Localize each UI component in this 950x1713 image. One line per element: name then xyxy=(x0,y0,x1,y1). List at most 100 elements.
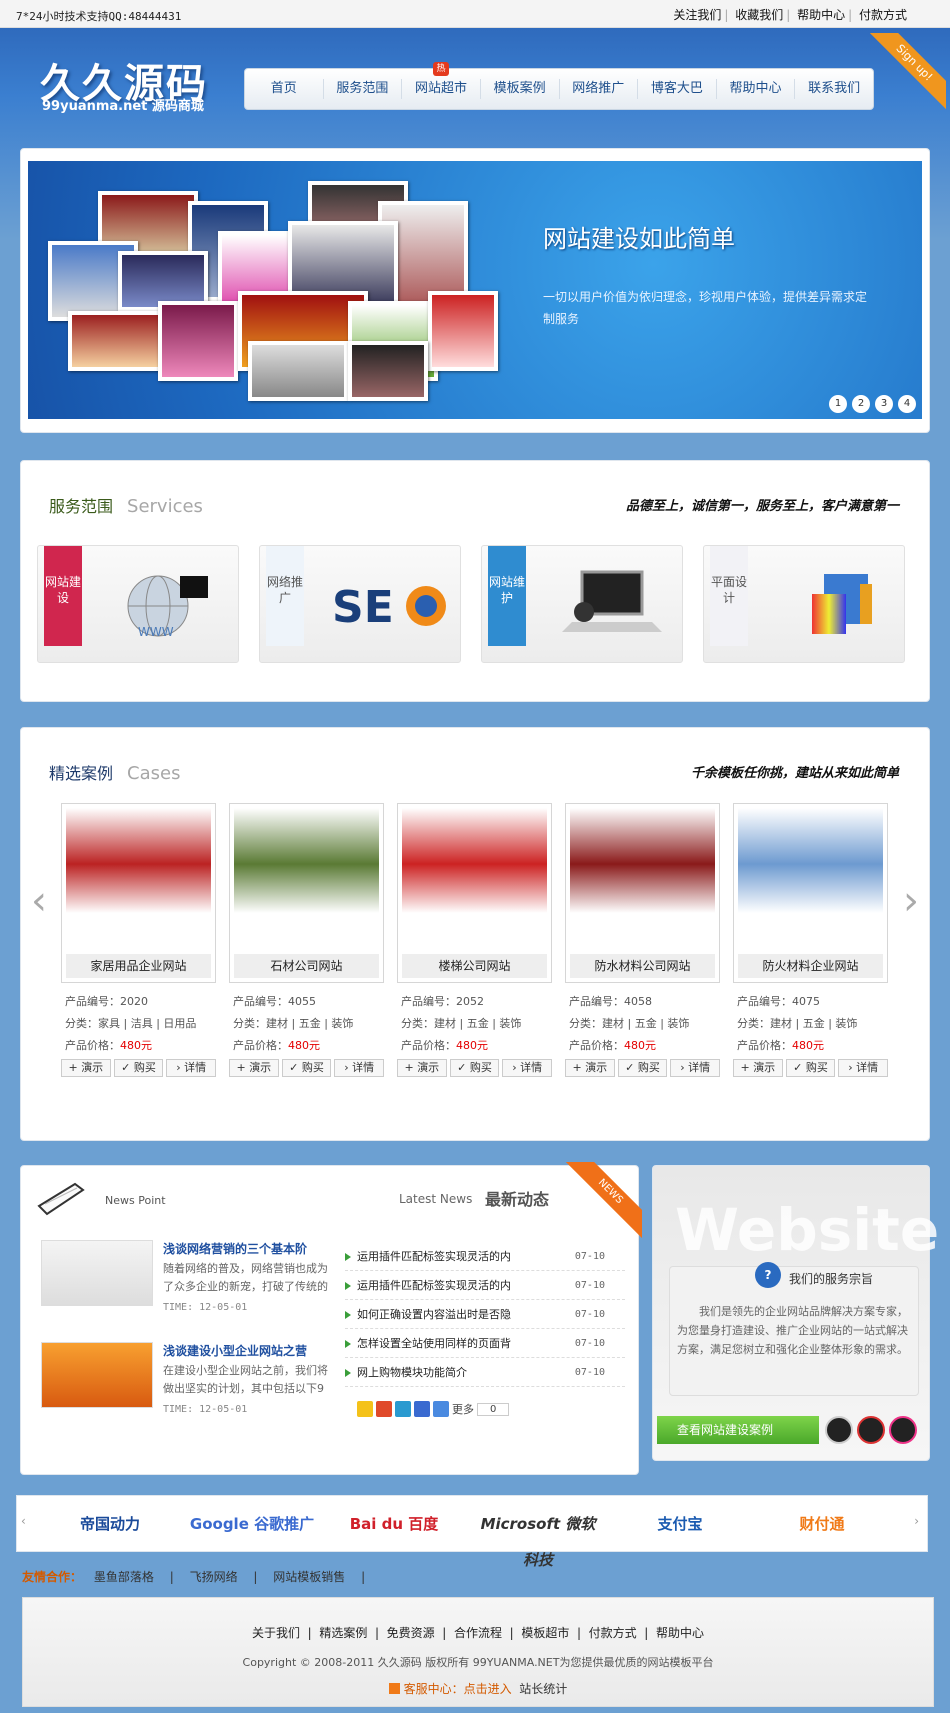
demo-button[interactable]: + 演示 xyxy=(733,1059,783,1077)
case-thumbnail[interactable]: 防火材料企业网站 xyxy=(733,803,888,983)
partner-logo-alipay[interactable]: 支付宝 xyxy=(617,1506,743,1542)
buy-button[interactable]: ✓ 购买 xyxy=(113,1059,164,1077)
partner-logo-tenpay[interactable]: 财付通 xyxy=(759,1506,885,1542)
tencent-weibo-icon[interactable] xyxy=(395,1401,411,1417)
partner-logo-baidu[interactable]: Bai du 百度 xyxy=(331,1506,457,1542)
buy-label: 购买 xyxy=(133,1061,156,1074)
nav-templates[interactable]: 模板案例 xyxy=(481,79,560,99)
share-plus-icon[interactable] xyxy=(433,1401,449,1417)
case-price-label: 产品价格： xyxy=(737,1039,792,1052)
service-card-maintenance[interactable]: 网站维护 xyxy=(481,545,683,663)
banner-slide[interactable]: 网站建设如此简单 一切以用户价值为依归理念，珍视用户体验，提供差异需求定制服务 … xyxy=(28,161,922,419)
detail-button[interactable]: › 详情 xyxy=(334,1059,385,1077)
footer-links: 关于我们 | 精选案例 | 免费资源 | 合作流程 | 模板超市 | 付款方式 … xyxy=(252,1626,704,1640)
case-thumbnail[interactable]: 防水材料公司网站 xyxy=(565,803,720,983)
case-actions: + 演示 ✓ 购买 › 详情 xyxy=(397,1059,553,1077)
share-bar: 更多 0 xyxy=(357,1401,510,1417)
slide-dot[interactable]: 4 xyxy=(898,395,916,413)
buy-button[interactable]: ✓ 购买 xyxy=(449,1059,500,1077)
nav-home[interactable]: 首页 xyxy=(245,79,324,99)
friend-link[interactable]: 网站模板销售 xyxy=(273,1570,345,1584)
news-list-item[interactable]: 怎样设置全站使用同样的页面背 07-10 xyxy=(345,1329,625,1358)
view-cases-button[interactable]: 查看网站建设案例 xyxy=(657,1416,819,1444)
footer-link[interactable]: 帮助中心 xyxy=(656,1626,704,1640)
top-link-favorite[interactable]: 收藏我们 xyxy=(732,8,786,22)
case-card[interactable]: 防水材料公司网站 产品编号：4058 分类：建材 | 五金 | 装饰 产品价格：480… xyxy=(565,803,721,1077)
service-card-promotion[interactable]: 网络推广 SE xyxy=(259,545,461,663)
signup-ribbon[interactable]: Sign up! xyxy=(866,33,946,113)
banner-description: 一切以用户价值为依归理念，珍视用户体验，提供差异需求定制服务 xyxy=(543,290,868,326)
case-card[interactable]: 防火材料企业网站 产品编号：4075 分类：建材 | 五金 | 装饰 产品价格：480… xyxy=(733,803,889,1077)
news-list-item[interactable]: 网上购物模块功能简介 07-10 xyxy=(345,1358,625,1387)
footer-link[interactable]: 模板超市 xyxy=(521,1626,569,1640)
case-card[interactable]: 石材公司网站 产品编号：4055 分类：建材 | 五金 | 装饰 产品价格：480元 +… xyxy=(229,803,385,1077)
partner-logo-microsoft[interactable]: Microsoft 微软科技 xyxy=(475,1506,601,1569)
share-more[interactable]: 更多 xyxy=(452,1401,474,1417)
news-item-title[interactable]: 浅谈网络营销的三个基本阶 xyxy=(163,1240,307,1257)
case-card[interactable]: 楼梯公司网站 产品编号：2052 分类：建材 | 五金 | 装饰 产品价格：480元 +… xyxy=(397,803,553,1077)
demo-button[interactable]: + 演示 xyxy=(397,1059,447,1077)
top-link-help[interactable]: 帮助中心 xyxy=(794,8,848,22)
case-card[interactable]: 家居用品企业网站 产品编号：2020 分类：家具 | 洁具 | 日用品 产品价格：48… xyxy=(61,803,217,1077)
nav-promotion[interactable]: 网络推广 xyxy=(560,79,639,99)
footer-link[interactable]: 免费资源 xyxy=(387,1626,435,1640)
detail-label: 详情 xyxy=(352,1061,375,1074)
stats-link[interactable]: 站长统计 xyxy=(519,1682,567,1696)
buy-button[interactable]: ✓ 购买 xyxy=(617,1059,668,1077)
qq-icon[interactable] xyxy=(857,1416,885,1444)
top-link-follow[interactable]: 关注我们 xyxy=(670,8,724,22)
detail-button[interactable]: › 详情 xyxy=(670,1059,721,1077)
case-thumbnail[interactable]: 家居用品企业网站 xyxy=(61,803,216,983)
partner-logo-diguo[interactable]: 帝国动力 xyxy=(47,1506,173,1542)
case-thumbnail[interactable]: 楼梯公司网站 xyxy=(397,803,552,983)
case-thumbnail[interactable]: 石材公司网站 xyxy=(229,803,384,983)
renren-icon[interactable] xyxy=(414,1401,430,1417)
footer-link[interactable]: 合作流程 xyxy=(454,1626,502,1640)
news-item-title[interactable]: 浅谈建设小型企业网站之营 xyxy=(163,1342,307,1359)
detail-button[interactable]: › 详情 xyxy=(166,1059,217,1077)
service-card-website[interactable]: 网站建设 WWW xyxy=(37,545,239,663)
case-actions: + 演示 ✓ 购买 › 详情 xyxy=(229,1059,385,1077)
news-list-item[interactable]: 如何正确设置内容溢出时是否隐 07-10 xyxy=(345,1300,625,1329)
section-title: 精选案例 Cases xyxy=(49,760,180,784)
service-link[interactable]: 点击进入 xyxy=(464,1682,512,1696)
footer-link[interactable]: 付款方式 xyxy=(589,1626,637,1640)
friend-link[interactable]: 飞扬网络 xyxy=(190,1570,238,1584)
slide-dot[interactable]: 2 xyxy=(852,395,870,413)
demo-button[interactable]: + 演示 xyxy=(565,1059,615,1077)
banner: 网站建设如此简单 一切以用户价值为依归理念，珍视用户体验，提供差异需求定制服务 … xyxy=(20,148,930,433)
service-ribbon: 平面设计 xyxy=(710,546,748,646)
nav-help[interactable]: 帮助中心 xyxy=(717,79,796,99)
news-list-title: 如何正确设置内容溢出时是否隐 xyxy=(357,1308,511,1321)
news-list-item[interactable]: 运用插件匹配标签实现灵活的内 07-10 xyxy=(345,1242,625,1271)
detail-button[interactable]: › 详情 xyxy=(838,1059,889,1077)
partner-logo-google[interactable]: Google 谷歌推广 xyxy=(189,1506,315,1542)
nav-services[interactable]: 服务范围 xyxy=(324,79,403,99)
demo-button[interactable]: + 演示 xyxy=(61,1059,111,1077)
qq-icon[interactable] xyxy=(889,1416,917,1444)
slide-dot[interactable]: 1 xyxy=(829,395,847,413)
news-list-item[interactable]: 运用插件匹配标签实现灵活的内 07-10 xyxy=(345,1271,625,1300)
nav-market[interactable]: 热网站超市 xyxy=(402,62,481,99)
footer-link[interactable]: 关于我们 xyxy=(252,1626,300,1640)
top-link-payment[interactable]: 付款方式 xyxy=(856,8,910,22)
weibo-icon[interactable] xyxy=(376,1401,392,1417)
nav-blog[interactable]: 博客大巴 xyxy=(638,79,717,99)
nav-contact[interactable]: 联系我们 xyxy=(795,79,873,99)
qzone-icon[interactable] xyxy=(357,1401,373,1417)
detail-button[interactable]: › 详情 xyxy=(502,1059,553,1077)
slide-dot[interactable]: 3 xyxy=(875,395,893,413)
service-card-design[interactable]: 平面设计 xyxy=(703,545,905,663)
partners-next-icon[interactable]: › xyxy=(914,1514,919,1528)
prev-arrow-icon[interactable]: ‹ xyxy=(31,878,47,924)
footer-link[interactable]: 精选案例 xyxy=(319,1626,367,1640)
buy-button[interactable]: ✓ 购买 xyxy=(281,1059,332,1077)
logo[interactable]: 久久源码 99yuanma.net 源码商城 xyxy=(40,51,208,114)
demo-button[interactable]: + 演示 xyxy=(229,1059,279,1077)
buy-button[interactable]: ✓ 购买 xyxy=(785,1059,836,1077)
friend-link[interactable]: 墨鱼部落格 xyxy=(94,1570,154,1584)
news-list-date: 07-10 xyxy=(574,1280,605,1291)
qq-icon[interactable] xyxy=(825,1416,853,1444)
partners-prev-icon[interactable]: ‹ xyxy=(21,1514,26,1528)
next-arrow-icon[interactable]: › xyxy=(903,878,919,924)
